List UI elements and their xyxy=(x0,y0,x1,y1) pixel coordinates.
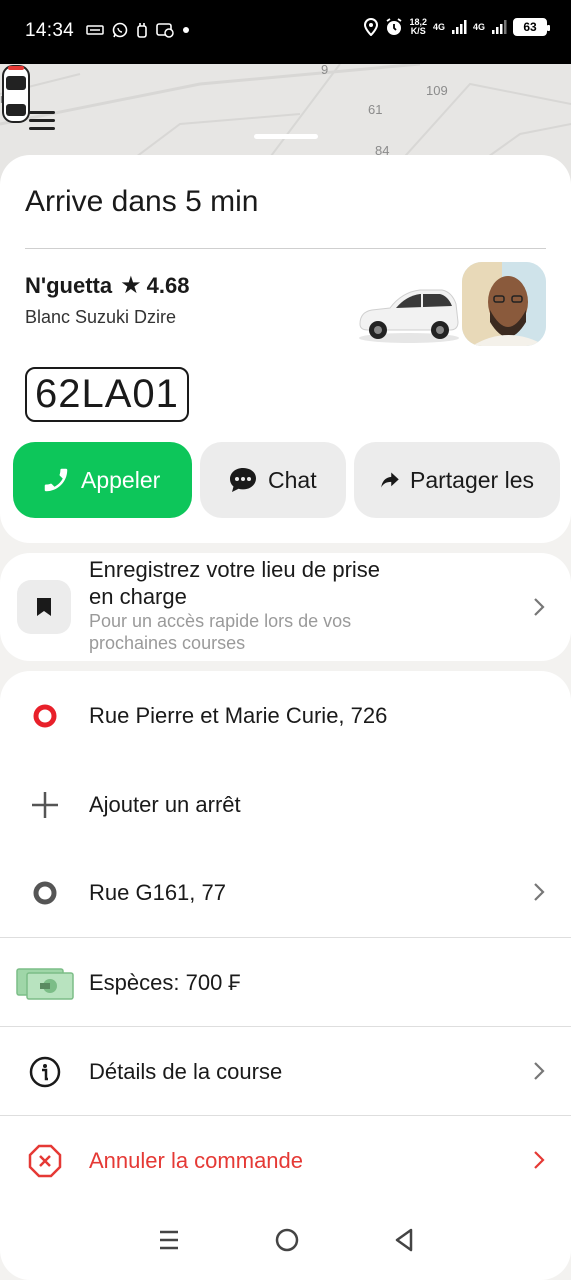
whatsapp-icon xyxy=(112,22,128,38)
chat-label: Chat xyxy=(268,466,317,493)
destination-row[interactable]: Rue G161, 77 xyxy=(0,848,571,936)
back-icon[interactable] xyxy=(393,1227,415,1253)
chat-button[interactable]: Chat xyxy=(200,442,346,518)
cancel-order-label: Annuler la commande xyxy=(89,1148,304,1173)
divider xyxy=(25,248,546,249)
payment-row[interactable]: Espèces: 700 ₣ xyxy=(0,938,571,1026)
chevron-right-icon xyxy=(534,1062,545,1080)
cancel-order-row[interactable]: Annuler la commande xyxy=(0,1116,571,1204)
star-icon: ★ xyxy=(120,272,142,299)
pickup-row[interactable]: Rue Pierre et Marie Curie, 726 xyxy=(0,671,571,759)
destination-marker-icon xyxy=(28,876,62,910)
trip-details-row[interactable]: Détails de la course xyxy=(0,1027,571,1115)
share-button[interactable]: Partager les xyxy=(354,442,560,518)
status-right: 18,2 K/S 4G 4G 63 xyxy=(363,18,550,36)
license-plate: 62LA01 xyxy=(25,367,189,422)
cancel-icon xyxy=(28,1144,62,1178)
chevron-right-icon xyxy=(534,883,545,901)
app-notification-icon xyxy=(86,25,104,35)
network-type-1: 4G xyxy=(432,22,445,32)
dot-icon xyxy=(183,27,189,33)
arrival-status: Arrive dans 5 min xyxy=(25,185,259,218)
driver-sheet: Arrive dans 5 min N'guetta ★ 4.68 Blanc … xyxy=(0,155,571,543)
share-arrow-icon xyxy=(381,472,399,488)
plus-icon xyxy=(28,788,62,822)
recent-apps-icon[interactable] xyxy=(157,1228,181,1252)
pickup-address: Rue Pierre et Marie Curie, 726 xyxy=(89,703,388,728)
driver-photo xyxy=(462,262,546,346)
car-description: Blanc Suzuki Dzire xyxy=(25,307,177,327)
cash-icon xyxy=(15,966,75,1000)
network-speed-unit: K/S xyxy=(410,26,426,36)
status-bar: 14:34 18,2 K/S 4G 4G 63 xyxy=(0,0,571,64)
driver-info: N'guetta ★ 4.68 xyxy=(25,271,189,300)
bookmark-icon xyxy=(37,598,51,616)
menu-icon[interactable] xyxy=(29,111,55,131)
map-label: 9 xyxy=(321,64,329,77)
payment-label: Espèces: 700 ₣ xyxy=(89,970,241,995)
driver-name: N'guetta xyxy=(25,272,113,298)
driver-rating: ★ 4.68 xyxy=(120,271,189,300)
add-stop-label: Ajouter un arrêt xyxy=(89,792,241,817)
location-icon xyxy=(364,18,379,36)
notification-icons xyxy=(86,22,190,38)
alarm-icon xyxy=(386,18,402,35)
battery-icon: 63 xyxy=(513,18,550,36)
save-pickup-card[interactable]: Enregistrez votre lieu de prise en charg… xyxy=(0,553,571,661)
system-nav-bar xyxy=(0,1200,571,1280)
share-label: Partager les xyxy=(409,466,534,493)
save-pickup-subtitle: Pour un accès rapide lors de vos prochai… xyxy=(89,611,352,653)
home-icon[interactable] xyxy=(274,1227,300,1253)
bookmark-icon-box xyxy=(17,580,71,634)
save-pickup-title: Enregistrez votre lieu de prise en charg… xyxy=(89,557,381,609)
chevron-right-icon xyxy=(534,1151,545,1169)
status-time: 14:34 xyxy=(25,20,75,41)
chat-icon xyxy=(230,468,256,492)
info-icon xyxy=(28,1055,62,1089)
signal-icon-1 xyxy=(451,20,467,34)
trip-details-label: Détails de la course xyxy=(89,1059,283,1084)
trip-details-card: Rue Pierre et Marie Curie, 726 Ajouter u… xyxy=(0,671,571,1280)
car-marker-icon xyxy=(2,65,30,123)
network-type-2: 4G xyxy=(472,22,485,32)
action-buttons: Appeler Chat Partager les xyxy=(13,442,560,518)
map-label: 109 xyxy=(426,83,448,98)
add-stop-row[interactable]: Ajouter un arrêt xyxy=(0,760,571,848)
pickup-marker-icon xyxy=(28,699,62,733)
vpn-settings-icon xyxy=(156,23,174,38)
car-image xyxy=(359,289,459,343)
destination-address: Rue G161, 77 xyxy=(89,880,226,905)
sheet-grab-handle[interactable] xyxy=(254,134,318,139)
driver-avatar[interactable] xyxy=(462,262,546,346)
network-speed: 18,2 K/S xyxy=(409,18,427,36)
chevron-right-icon xyxy=(534,598,545,616)
call-button[interactable]: Appeler xyxy=(13,442,192,518)
rating-value: 4.68 xyxy=(146,272,190,298)
phone-icon xyxy=(44,468,68,492)
map-label: 61 xyxy=(368,102,383,117)
signal-icon-2 xyxy=(492,20,507,34)
call-label: Appeler xyxy=(81,466,161,493)
hand-icon xyxy=(137,23,147,38)
